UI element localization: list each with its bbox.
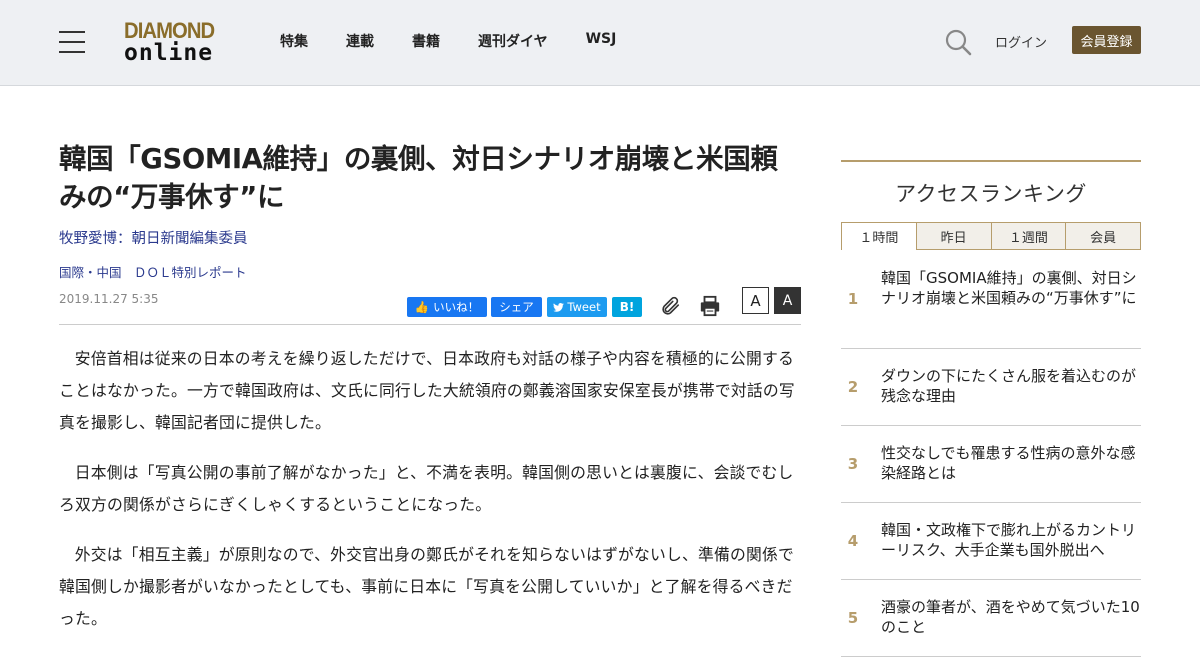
- ranking-title: アクセスランキング: [895, 182, 1087, 206]
- rank-number: 3: [847, 455, 859, 473]
- main-nav: 特集 連載 書籍 週刊ダイヤ WSJ: [280, 31, 654, 51]
- paragraph: 安倍首相は従来の日本の考えを繰り返しただけで、日本政府も対話の様子や内容を積極的…: [59, 349, 795, 432]
- nav-features[interactable]: 特集: [280, 31, 308, 51]
- tab-members[interactable]: 会員: [1066, 222, 1141, 250]
- facebook-share-button[interactable]: シェア: [491, 297, 542, 317]
- rank-title: 酒豪の筆者が、酒をやめて気づいた10のこと: [881, 598, 1140, 636]
- ranking-item[interactable]: 1 韓国「GSOMIA維持」の裏側、対日シナリオ崩壊と米国頼みの“万事休す”に: [841, 250, 1141, 349]
- ranking-item[interactable]: 4 韓国・文政権下で膨れ上がるカントリーリスク、大手企業も国外脱出へ: [841, 503, 1141, 580]
- rank-title: 韓国「GSOMIA維持」の裏側、対日シナリオ崩壊と米国頼みの“万事休す”に: [881, 269, 1137, 307]
- nav-weekly-diamond[interactable]: 週刊ダイヤ: [478, 31, 548, 51]
- menu-icon[interactable]: [59, 31, 85, 53]
- ranking-item[interactable]: 3 性交なしでも罹患する性病の意外な感染経路とは: [841, 426, 1141, 503]
- logo-bottom: online: [124, 40, 214, 66]
- rank-title: 韓国・文政権下で膨れ上がるカントリーリスク、大手企業も国外脱出へ: [881, 521, 1137, 559]
- rank-number: 2: [847, 378, 859, 396]
- twitter-bird-icon: [553, 302, 565, 312]
- rank-number: 4: [847, 532, 859, 550]
- paragraph: 日本側は「写真公開の事前了解がなかった」と、不満を表明。韓国側の思いとは裏腹に、…: [59, 463, 794, 514]
- access-ranking: アクセスランキング １時間 昨日 １週間 会員 1 韓国「GSOMIA維持」の裏…: [841, 160, 1141, 657]
- font-size-small-button[interactable]: A: [742, 287, 769, 314]
- print-icon[interactable]: [699, 295, 721, 317]
- article-author[interactable]: 牧野愛博：朝日新聞編集委員: [59, 227, 801, 248]
- article-body: 安倍首相は従来の日本の考えを繰り返しただけで、日本政府も対話の様子や内容を積極的…: [59, 343, 801, 635]
- article: 韓国「GSOMIA維持」の裏側、対日シナリオ崩壊と米国頼みの“万事休す”に 牧野…: [59, 140, 801, 635]
- login-link[interactable]: ログイン: [995, 32, 1047, 51]
- rank-number: 5: [847, 609, 859, 627]
- rank-title: 性交なしでも罹患する性病の意外な感染経路とは: [881, 444, 1136, 482]
- ranking-tabs: １時間 昨日 １週間 会員: [841, 222, 1141, 250]
- font-size-large-button[interactable]: A: [774, 287, 801, 314]
- tweet-label: Tweet: [567, 300, 601, 314]
- rank-number: 1: [847, 290, 859, 308]
- tab-1-week[interactable]: １週間: [991, 222, 1067, 250]
- article-date: 2019.11.27 5:35: [59, 292, 159, 306]
- search-icon[interactable]: [944, 28, 972, 56]
- article-category[interactable]: 国際・中国 ＤＯＬ特別レポート: [59, 262, 801, 281]
- ranking-item[interactable]: 5 酒豪の筆者が、酒をやめて気づいた10のこと: [841, 580, 1141, 657]
- article-meta: 2019.11.27 5:35 👍 いいね！ シェア Tweet B! A A: [59, 285, 801, 325]
- like-label: いいね！: [433, 300, 480, 314]
- nav-wsj[interactable]: WSJ: [586, 31, 617, 51]
- nav-series[interactable]: 連載: [346, 31, 374, 51]
- tab-1-hour[interactable]: １時間: [841, 222, 917, 250]
- facebook-like-button[interactable]: 👍 いいね！: [407, 297, 487, 317]
- site-header: DIAMOND online 特集 連載 書籍 週刊ダイヤ WSJ ログイン 会…: [0, 0, 1200, 86]
- rank-title: ダウンの下にたくさん服を着込むのが残念な理由: [881, 367, 1137, 405]
- site-logo[interactable]: DIAMOND online: [124, 20, 228, 66]
- nav-books[interactable]: 書籍: [412, 31, 440, 51]
- paperclip-icon[interactable]: [659, 295, 681, 317]
- ranking-item[interactable]: 2 ダウンの下にたくさん服を着込むのが残念な理由: [841, 349, 1141, 426]
- thumbs-up-icon: 👍: [414, 300, 430, 314]
- logo-top: DIAMOND: [124, 18, 215, 43]
- register-button[interactable]: 会員登録: [1072, 26, 1141, 54]
- tab-yesterday[interactable]: 昨日: [916, 222, 992, 250]
- hatena-bookmark-button[interactable]: B!: [612, 297, 642, 317]
- tweet-button[interactable]: Tweet: [547, 297, 607, 317]
- article-title: 韓国「GSOMIA維持」の裏側、対日シナリオ崩壊と米国頼みの“万事休す”に: [59, 143, 778, 213]
- paragraph: 外交は「相互主義」が原則なので、外交官出身の鄭氏がそれを知らないはずがないし、準…: [59, 545, 795, 628]
